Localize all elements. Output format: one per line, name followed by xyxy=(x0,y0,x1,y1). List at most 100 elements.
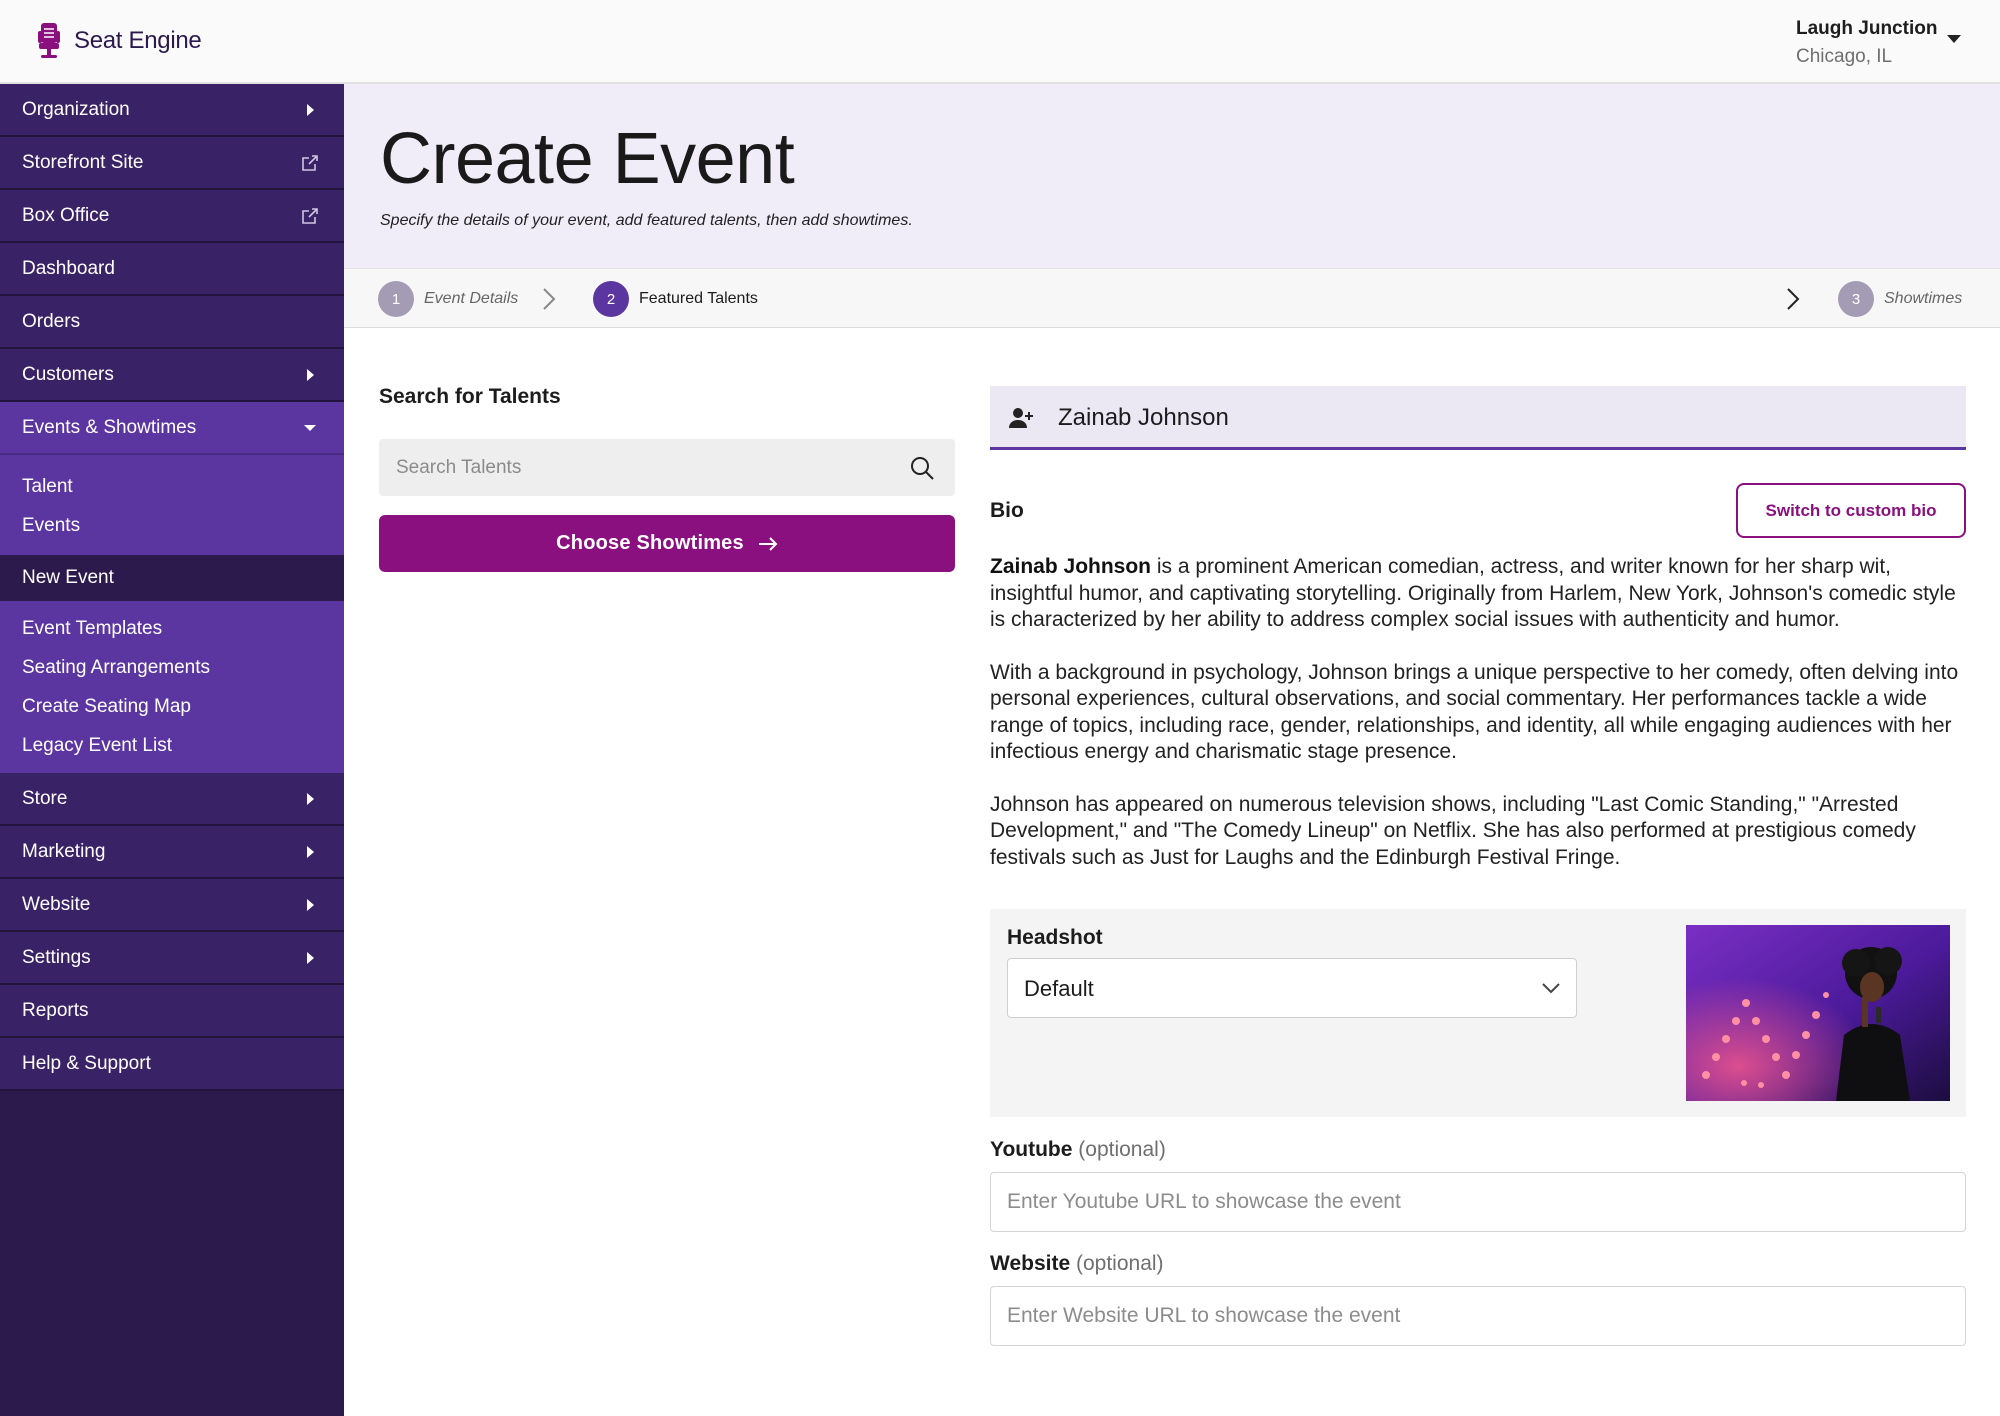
caret-right-icon xyxy=(300,789,320,809)
headshot-image xyxy=(1686,925,1950,1101)
events-submenu-more: Event Templates Seating Arrangements Cre… xyxy=(0,601,344,773)
sidebar-subitem-seating-arrangements[interactable]: Seating Arrangements xyxy=(0,648,344,687)
sidebar-item-website[interactable]: Website xyxy=(0,879,344,932)
sidebar-subitem-event-templates[interactable]: Event Templates xyxy=(0,609,344,648)
talent-bio: Zainab Johnson is a prominent American c… xyxy=(990,554,1966,897)
brand-logo[interactable]: Seat Engine xyxy=(34,21,202,61)
sidebar-item-label: Box Office xyxy=(22,204,110,226)
step-number: 1 xyxy=(378,281,414,317)
chevron-down-icon xyxy=(1542,983,1560,994)
arrow-right-icon xyxy=(758,536,778,551)
headshot-label: Headshot xyxy=(1007,926,1103,949)
step-showtimes[interactable]: 3 Showtimes xyxy=(1838,281,1962,317)
sidebar-item-label: Dashboard xyxy=(22,257,115,279)
external-link-icon xyxy=(300,206,320,226)
website-label: Website (optional) xyxy=(990,1252,1164,1276)
sidebar-subitem-legacy-event-list[interactable]: Legacy Event List xyxy=(0,726,344,765)
talent-name: Zainab Johnson xyxy=(1058,404,1229,431)
website-label-text: Website xyxy=(990,1252,1071,1275)
sidebar-subitem-new-event[interactable]: New Event xyxy=(0,555,344,601)
step-event-details[interactable]: 1 Event Details xyxy=(378,281,518,317)
sidebar-item-label: Customers xyxy=(22,363,114,385)
website-url-input[interactable] xyxy=(991,1287,1965,1345)
youtube-label: Youtube (optional) xyxy=(990,1138,1166,1162)
caret-right-icon xyxy=(300,842,320,862)
sidebar-item-label: Help & Support xyxy=(22,1052,151,1074)
sidebar-item-label: Website xyxy=(22,893,91,915)
sidebar-subitem-events[interactable]: Events xyxy=(0,506,344,545)
bio-talent-name: Zainab Johnson xyxy=(990,555,1152,578)
sidebar-item-settings[interactable]: Settings xyxy=(0,932,344,985)
events-submenu: Talent Events xyxy=(0,455,344,555)
sidebar-item-box-office[interactable]: Box Office xyxy=(0,190,344,243)
optional-hint: (optional) xyxy=(1078,1138,1166,1161)
selected-talent-header: Zainab Johnson xyxy=(990,386,1966,450)
sidebar-item-reports[interactable]: Reports xyxy=(0,985,344,1038)
sidebar-item-help-support[interactable]: Help & Support xyxy=(0,1038,344,1091)
step-label: Showtimes xyxy=(1884,290,1963,307)
sidebar-item-storefront-site[interactable]: Storefront Site xyxy=(0,137,344,190)
venue-name: Laugh Junction xyxy=(1796,18,1938,39)
sidebar-item-label: Organization xyxy=(22,98,130,120)
sidebar-item-organization[interactable]: Organization xyxy=(0,84,344,137)
caret-right-icon xyxy=(300,948,320,968)
bio-paragraph: With a background in psychology, Johnson… xyxy=(990,660,1959,764)
sidebar-item-label: Store xyxy=(22,787,68,809)
page-title: Create Event xyxy=(380,119,795,199)
optional-hint: (optional) xyxy=(1075,1252,1164,1275)
search-talents-heading: Search for Talents xyxy=(379,385,561,408)
step-featured-talents[interactable]: 2 Featured Talents xyxy=(593,281,758,317)
stepper: 1 Event Details 2 Featured Talents 3 Sho… xyxy=(344,268,2000,328)
youtube-field xyxy=(990,1172,1966,1232)
sidebar-item-marketing[interactable]: Marketing xyxy=(0,826,344,879)
sidebar-item-label: Reports xyxy=(22,999,89,1021)
sidebar-subitem-create-seating-map[interactable]: Create Seating Map xyxy=(0,687,344,726)
sidebar: Organization Storefront Site Box Office … xyxy=(0,84,344,1416)
sidebar-item-label: Storefront Site xyxy=(22,151,144,173)
sidebar-item-dashboard[interactable]: Dashboard xyxy=(0,243,344,296)
bio-paragraph: Johnson has appeared on numerous televis… xyxy=(990,792,1916,869)
search-talents-input[interactable] xyxy=(379,439,899,496)
youtube-label-text: Youtube xyxy=(990,1138,1073,1161)
bio-paragraph: Zainab Johnson is a prominent American c… xyxy=(990,554,1966,634)
sidebar-item-label: Events & Showtimes xyxy=(22,416,197,438)
seat-engine-logo-icon xyxy=(38,23,60,58)
search-icon[interactable] xyxy=(909,455,935,481)
headshot-panel: Headshot Default xyxy=(990,909,1966,1117)
chevron-right-icon xyxy=(1787,288,1800,310)
venue-location: Chicago, IL xyxy=(1796,46,1893,67)
page-subtitle: Specify the details of your event, add f… xyxy=(380,212,913,229)
step-label: Featured Talents xyxy=(639,290,758,307)
search-talents-box xyxy=(379,439,955,496)
caret-down-icon xyxy=(300,418,320,438)
choose-showtimes-button[interactable]: Choose Showtimes xyxy=(379,515,955,572)
step-label: Event Details xyxy=(424,290,519,307)
chevron-right-icon xyxy=(543,288,556,310)
sidebar-item-label: Settings xyxy=(22,946,91,968)
headshot-select[interactable]: Default xyxy=(1007,958,1577,1018)
bio-label: Bio xyxy=(990,499,1024,522)
sidebar-item-customers[interactable]: Customers xyxy=(0,349,344,402)
step-number: 3 xyxy=(1838,281,1874,317)
sidebar-item-label: Orders xyxy=(22,310,81,332)
youtube-url-input[interactable] xyxy=(991,1173,1965,1231)
choose-showtimes-label: Choose Showtimes xyxy=(556,532,744,554)
website-field xyxy=(990,1286,1966,1346)
top-bar: Seat Engine Laugh Junction Chicago, IL xyxy=(0,0,2000,84)
caret-right-icon xyxy=(300,365,320,385)
sidebar-subitem-talent[interactable]: Talent xyxy=(0,467,344,506)
brand-name: Seat Engine xyxy=(74,27,202,54)
caret-down-icon xyxy=(1947,35,1961,43)
step-number: 2 xyxy=(593,281,629,317)
switch-to-custom-bio-button[interactable]: Switch to custom bio xyxy=(1736,483,1966,538)
sidebar-item-orders[interactable]: Orders xyxy=(0,296,344,349)
external-link-icon xyxy=(300,153,320,173)
sidebar-item-store[interactable]: Store xyxy=(0,773,344,826)
venue-switcher[interactable]: Laugh Junction Chicago, IL xyxy=(1796,16,1976,70)
add-user-icon[interactable] xyxy=(1008,407,1034,429)
caret-right-icon xyxy=(300,100,320,120)
sidebar-item-label: Marketing xyxy=(22,840,106,862)
sidebar-item-events-showtimes[interactable]: Events & Showtimes xyxy=(0,402,344,455)
headshot-selected-value: Default xyxy=(1024,976,1094,1001)
caret-right-icon xyxy=(300,895,320,915)
